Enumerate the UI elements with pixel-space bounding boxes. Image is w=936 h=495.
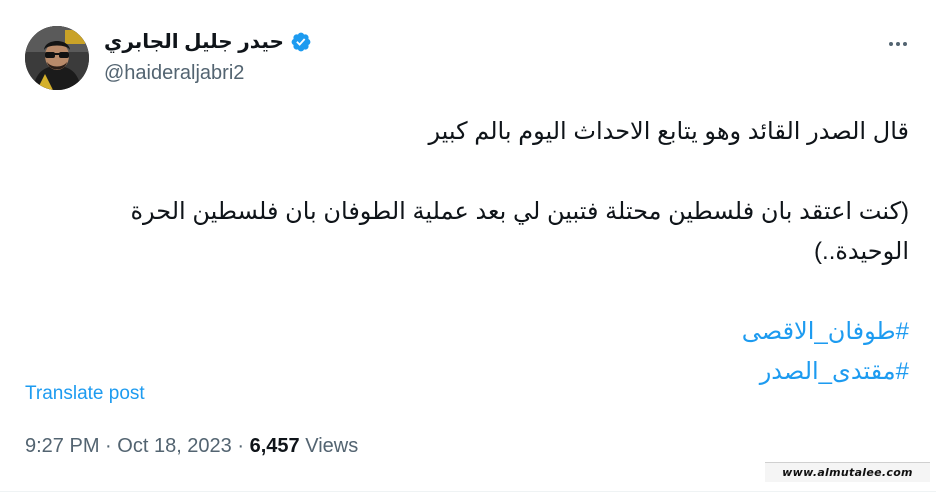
author-handle[interactable]: @haideraljabri2	[104, 62, 244, 85]
hashtag-link[interactable]: #طوفان_الاقصى	[49, 312, 909, 352]
hashtag-link[interactable]: #مقتدى_الصدر	[49, 352, 909, 392]
translate-post-link[interactable]: Translate post	[25, 383, 145, 405]
watermark: www.almutalee.com	[765, 462, 930, 482]
views-count[interactable]: 6,457	[250, 435, 300, 457]
tweet-meta: 9:27 PM · Oct 18, 2023 · 6,457 Views	[25, 435, 358, 458]
divider	[0, 491, 936, 492]
post-date[interactable]: Oct 18, 2023	[117, 435, 232, 457]
tweet-paragraph: قال الصدر القائد وهو يتابع الاحداث اليوم…	[428, 118, 909, 145]
avatar[interactable]	[25, 26, 89, 90]
author-display-name[interactable]: حيدر جليل الجابري	[104, 29, 284, 54]
more-options-icon[interactable]	[884, 30, 912, 58]
tweet-paragraph: (كنت اعتقد بان فلسطين محتلة فتبين لي بعد…	[130, 198, 909, 265]
tweet-text: قال الصدر القائد وهو يتابع الاحداث اليوم…	[49, 112, 909, 392]
author-name-row[interactable]: حيدر جليل الجابري	[104, 29, 311, 54]
meta-separator: ·	[105, 435, 112, 457]
meta-separator: ·	[237, 435, 245, 457]
verified-badge-icon	[291, 32, 311, 51]
views-label: Views	[305, 435, 359, 457]
post-time[interactable]: 9:27 PM	[25, 435, 99, 457]
